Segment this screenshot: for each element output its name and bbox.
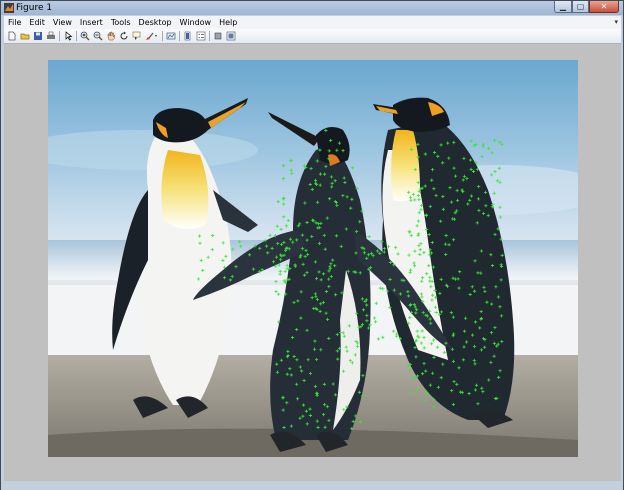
hide-plot-tools-button[interactable] [213,31,223,41]
figure-canvas[interactable] [4,44,621,481]
maximize-icon: ▢ [576,2,585,11]
zoom-in-icon [80,31,90,41]
pointer-icon [65,31,73,41]
menu-view[interactable]: View [49,16,76,29]
pan-icon [107,31,116,41]
toolbar-separator [162,31,163,41]
link-plot-icon [166,32,176,40]
rotate-3d-icon [120,31,128,40]
zoom-out-button[interactable] [93,31,103,41]
legend-icon [196,31,206,41]
toolbar-separator [59,31,60,41]
brush-icon [146,32,157,40]
figure-toolbar [4,29,621,44]
pointer-button[interactable] [63,31,73,41]
show-plot-tools-icon [226,31,236,41]
show-plot-tools-button[interactable] [226,31,236,41]
data-cursor-icon [132,31,141,40]
brush-button[interactable] [145,31,159,41]
colorbar-button[interactable] [183,31,193,41]
menu-insert[interactable]: Insert [76,16,107,29]
toolbar-separator [209,31,210,41]
menu-help[interactable]: Help [215,16,241,29]
toolbar-separator [179,31,180,41]
menu-edit[interactable]: Edit [25,16,49,29]
toolbar-separator [76,31,77,41]
open-file-button[interactable] [20,31,30,41]
print-icon [47,31,55,39]
save-icon [34,32,42,40]
menu-window[interactable]: Window [176,16,216,29]
window-title: Figure 1 [16,3,53,13]
zoom-out-icon [93,31,103,41]
colorbar-icon [184,31,191,41]
window-controls: ▁ ▢ ✕ [554,1,619,14]
open-file-icon [20,33,30,40]
menu-file[interactable]: File [4,16,25,29]
close-button[interactable]: ✕ [589,1,619,13]
rotate-3d-button[interactable] [119,31,129,41]
close-icon: ✕ [600,2,608,11]
maximize-button[interactable]: ▢ [572,1,589,13]
window-bottom-frame [1,481,623,490]
zoom-in-button[interactable] [80,31,90,41]
minimize-icon: ▁ [559,2,567,11]
matlab-logo-icon [4,3,14,13]
new-figure-icon [8,31,16,41]
menu-bar: File Edit View Insert Tools Desktop Wind… [4,16,621,29]
minimize-button[interactable]: ▁ [554,1,572,13]
data-cursor-button[interactable] [132,31,142,41]
pan-button[interactable] [106,31,116,41]
figure-window: Figure 1 ▁ ▢ ✕ File Edit View Insert Too… [0,0,624,490]
image-axes[interactable] [48,60,578,457]
print-button[interactable] [46,31,56,41]
menu-desktop[interactable]: Desktop [135,16,176,29]
link-plot-button[interactable] [166,31,176,41]
penguins-image [48,60,578,457]
new-figure-button[interactable] [7,31,17,41]
title-bar[interactable]: Figure 1 ▁ ▢ ✕ [1,1,623,15]
menu-tools[interactable]: Tools [107,16,135,29]
save-button[interactable] [33,31,43,41]
legend-button[interactable] [196,31,206,41]
hide-plot-tools-icon [214,32,222,40]
menubar-dock-arrow-icon[interactable]: ▾ [614,16,618,29]
